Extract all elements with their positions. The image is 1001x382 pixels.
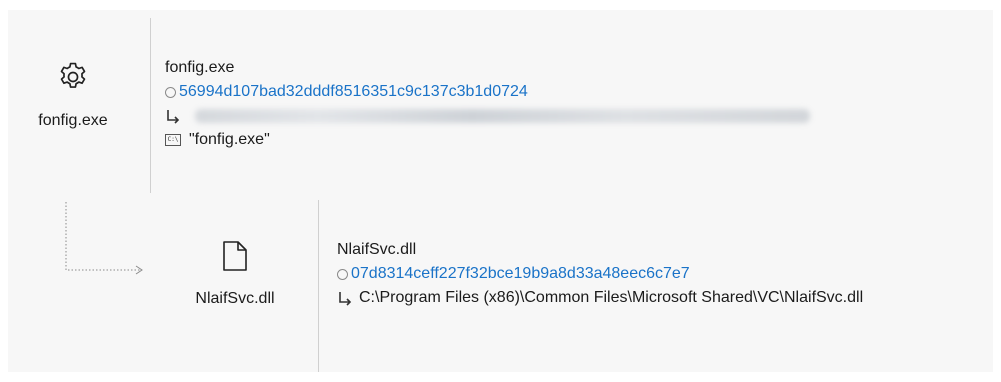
- file-path-row: C:\Program Files (x86)\Common Files\Micr…: [337, 286, 863, 310]
- file-node[interactable]: NlaifSvc.dll: [160, 240, 310, 308]
- process-hash-row[interactable]: 56994d107bad32dddf8516351c9c137c3b1d0724: [165, 80, 810, 104]
- process-node[interactable]: fonfig.exe: [8, 60, 138, 130]
- blurred-path: [195, 109, 810, 123]
- process-divider: [150, 18, 151, 193]
- process-command-line: "fonfig.exe": [189, 131, 270, 148]
- path-arrow-icon: [167, 110, 180, 124]
- process-name: fonfig.exe: [165, 56, 810, 80]
- file-divider: [318, 200, 319, 372]
- hash-circle-icon: [165, 86, 176, 98]
- command-line-icon: C:\: [165, 134, 181, 146]
- file-node-label: NlaifSvc.dll: [195, 290, 275, 307]
- file-name: NlaifSvc.dll: [337, 238, 863, 262]
- hash-circle-icon: [337, 268, 348, 280]
- process-hash-link[interactable]: 56994d107bad32dddf8516351c9c137c3b1d0724: [179, 80, 528, 104]
- process-command-row: C:\ "fonfig.exe": [165, 128, 810, 152]
- file-icon: [223, 241, 247, 271]
- tree-connector: [65, 202, 143, 275]
- file-name-text: NlaifSvc.dll: [337, 241, 417, 258]
- process-details: fonfig.exe 56994d107bad32dddf8516351c9c1…: [165, 56, 810, 152]
- file-details: NlaifSvc.dll 07d8314ceff227f32bce19b9a8d…: [337, 238, 863, 310]
- file-hash-row[interactable]: 07d8314ceff227f32bce19b9a8d33a48eec6c7e7: [337, 262, 863, 286]
- gear-icon: [60, 62, 86, 88]
- path-arrow-icon: [339, 292, 352, 306]
- process-node-label: fonfig.exe: [38, 112, 108, 129]
- file-hash-link[interactable]: 07d8314ceff227f32bce19b9a8d33a48eec6c7e7: [351, 262, 690, 286]
- file-path: C:\Program Files (x86)\Common Files\Micr…: [359, 289, 864, 306]
- process-name-text: fonfig.exe: [165, 59, 235, 76]
- process-path-row: [165, 104, 810, 128]
